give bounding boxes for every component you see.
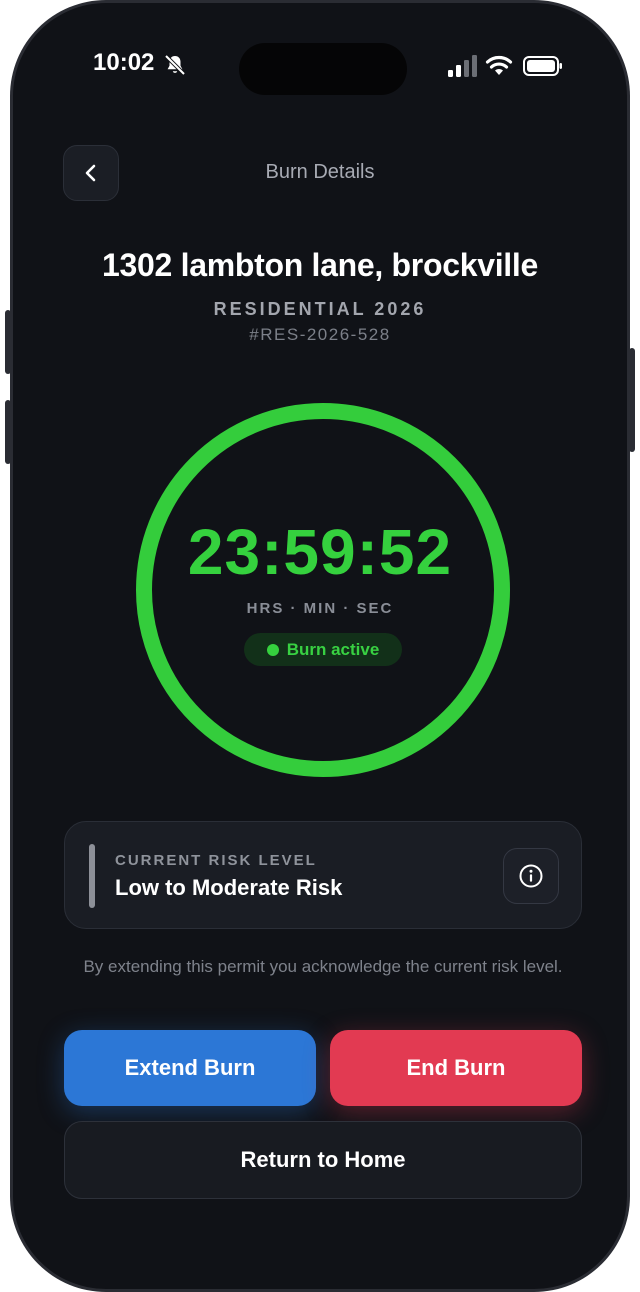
info-icon bbox=[519, 864, 543, 888]
permit-id: #RES-2026-528 bbox=[249, 325, 391, 344]
screen: 10:02 Burn Details 1302 lambton lane, br… bbox=[13, 3, 627, 1289]
risk-info-button[interactable] bbox=[503, 848, 559, 904]
permit-address: 1302 lambton lane, brockville bbox=[102, 247, 538, 283]
page-title: Burn Details bbox=[265, 161, 375, 183]
status-badge: Burn active bbox=[244, 633, 402, 666]
disclaimer-text: By extending this permit you acknowledge… bbox=[83, 957, 563, 976]
timer-units: HRS · MIN · SEC bbox=[246, 600, 394, 617]
bell-slash-icon bbox=[164, 54, 186, 76]
battery-icon bbox=[523, 56, 562, 76]
risk-value: Low to Moderate Risk bbox=[115, 875, 343, 900]
risk-label: CURRENT RISK LEVEL bbox=[115, 852, 317, 869]
dynamic-island bbox=[239, 43, 407, 95]
timer-ring bbox=[136, 403, 510, 777]
status-badge-text: Burn active bbox=[286, 639, 380, 659]
side-button-power bbox=[629, 348, 635, 452]
risk-indicator-bar bbox=[89, 844, 95, 908]
wifi-icon bbox=[485, 55, 513, 75]
permit-category: RESIDENTIAL 2026 bbox=[213, 299, 427, 319]
countdown-timer: 23:59:52 bbox=[187, 516, 453, 588]
side-button-action bbox=[5, 310, 11, 374]
status-time: 10:02 bbox=[93, 49, 155, 76]
risk-card: CURRENT RISK LEVEL Low to Moderate Risk bbox=[64, 821, 582, 929]
side-button-volume bbox=[5, 400, 11, 464]
extend-burn-button[interactable]: Extend Burn bbox=[64, 1030, 316, 1106]
end-burn-button[interactable]: End Burn bbox=[330, 1030, 582, 1106]
cellular-signal-icon bbox=[448, 55, 477, 77]
return-home-button[interactable]: Return to Home bbox=[64, 1121, 582, 1199]
status-dot-icon bbox=[266, 643, 279, 656]
phone-frame: 10:02 Burn Details 1302 lambton lane, br… bbox=[5, 0, 635, 1292]
